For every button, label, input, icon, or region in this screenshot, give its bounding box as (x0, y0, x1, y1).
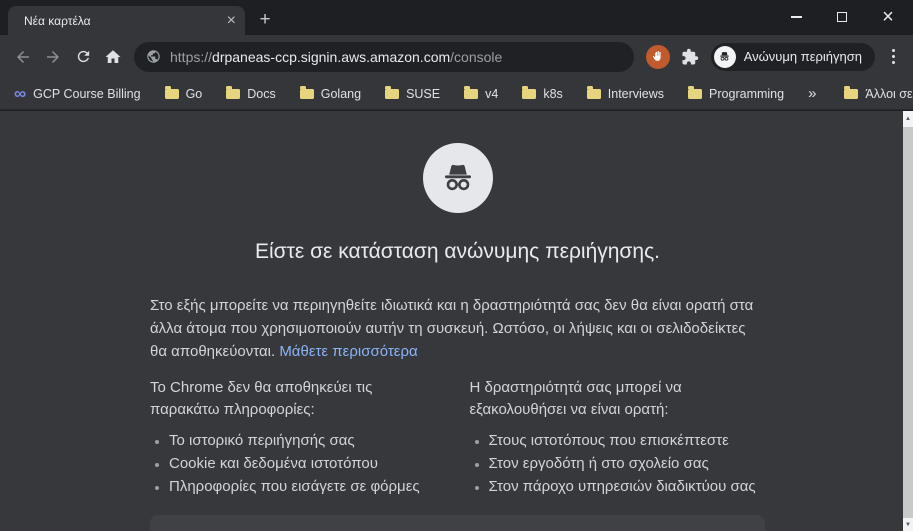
wont-save-section: Το Chrome δεν θα αποθηκεύει τις παρακάτω… (150, 377, 446, 498)
list-item: Το ιστορικό περιήγησής σας (169, 429, 446, 452)
bookmarks-bar: ∞ GCP Course Billing Go Docs Golang SUSE… (0, 78, 913, 110)
url-domain: drpaneas-ccp.signin.aws.amazon.com (212, 48, 451, 65)
incognito-icon (720, 52, 730, 61)
url-path: /console (450, 48, 503, 65)
browser-window: Νέα καρτέλα × + × https://drpaneas-ccp.s… (0, 0, 913, 531)
list-item: Στον εργοδότη ή στο σχολείο σας (489, 452, 766, 475)
new-tab-button[interactable]: + (252, 7, 278, 33)
bookmark-folder[interactable]: Docs (226, 86, 276, 101)
page-scrollbar[interactable]: ▲ ▼ (903, 111, 913, 531)
incognito-badge[interactable]: Ανώνυμη περιήγηση (710, 42, 875, 71)
close-button[interactable]: × (865, 0, 911, 33)
bookmark-folder[interactable]: k8s (522, 86, 563, 101)
folder-icon (299, 86, 314, 99)
home-icon (105, 49, 121, 63)
visible-to-section: Η δραστηριότητά σας μπορεί να εξακολουθή… (470, 377, 766, 498)
scrollbar-up-icon[interactable]: ▲ (903, 111, 913, 127)
minimize-icon (790, 15, 802, 18)
window-controls: × (773, 0, 911, 33)
folder-icon (385, 86, 400, 99)
reload-button[interactable] (68, 42, 98, 72)
active-tab[interactable]: Νέα καρτέλα × (8, 6, 245, 35)
extension-hand-button[interactable] (645, 44, 670, 69)
bookmark-folder[interactable]: Programming (688, 86, 784, 101)
third-party-cookies-card[interactable]: Αποκλεισμός cookie τρίτων (150, 515, 765, 531)
forward-button[interactable] (38, 42, 68, 72)
folder-icon (586, 86, 601, 99)
folder-icon (164, 86, 179, 99)
list-item: Πληροφορίες που εισάγετε σε φόρμες (169, 475, 446, 498)
wont-save-title: Το Chrome δεν θα αποθηκεύει τις παρακάτω… (150, 379, 373, 418)
incognito-avatar (713, 45, 736, 68)
minimize-button[interactable] (773, 0, 819, 33)
folder-icon (464, 86, 479, 99)
bookmark-folder[interactable]: SUSE (385, 86, 440, 101)
learn-more-link[interactable]: Μάθετε περισσότερα (279, 343, 417, 360)
address-bar[interactable]: https://drpaneas-ccp.signin.aws.amazon.c… (134, 41, 634, 72)
intro-text: Στο εξής μπορείτε να περιηγηθείτε ιδιωτι… (150, 297, 754, 360)
page-title: Είστε σε κατάσταση ανώνυμης περιήγησης. (254, 240, 661, 263)
incognito-badge-label: Ανώνυμη περιήγηση (743, 49, 862, 64)
back-button[interactable] (8, 42, 38, 72)
incognito-logo-icon (422, 143, 493, 213)
list-item: Στους ιστοτόπους που επισκέπτεστε (489, 429, 766, 452)
home-button[interactable] (98, 42, 128, 72)
site-info-icon[interactable] (146, 49, 161, 64)
folder-icon (844, 86, 859, 99)
list-item: Στον πάροχο υπηρεσιών διαδικτύου σας (489, 475, 766, 498)
folder-icon (226, 86, 241, 99)
close-icon: × (882, 5, 894, 28)
tab-strip: Νέα καρτέλα × + × (0, 0, 913, 35)
folder-icon (522, 86, 537, 99)
bookmark-folder[interactable]: Interviews (586, 86, 664, 101)
tab-close-icon[interactable]: × (227, 12, 236, 29)
url-text: https://drpaneas-ccp.signin.aws.amazon.c… (170, 49, 502, 65)
forward-arrow-icon (47, 50, 59, 63)
infinity-favicon-icon: ∞ (14, 84, 27, 103)
incognito-page: Είστε σε κατάσταση ανώνυμης περιήγησης. … (0, 111, 913, 531)
hand-icon (653, 51, 661, 61)
scrollbar-down-icon[interactable]: ▼ (903, 518, 913, 531)
reload-icon (77, 50, 89, 63)
folder-icon (688, 86, 703, 99)
browser-menu-button[interactable] (881, 45, 905, 69)
url-scheme: https:// (170, 48, 213, 65)
maximize-button[interactable] (819, 0, 865, 33)
bookmark-folder[interactable]: Golang (299, 86, 361, 101)
bookmarks-overflow-chevron[interactable]: » (808, 85, 816, 102)
browser-toolbar: https://drpaneas-ccp.signin.aws.amazon.c… (0, 35, 913, 78)
other-bookmarks-folder[interactable]: Άλλοι σελιδοδείκτες (844, 86, 913, 101)
maximize-icon (837, 11, 847, 22)
back-arrow-icon (17, 50, 29, 63)
tab-title: Νέα καρτέλα (24, 13, 91, 28)
bookmark-gcp-course-billing[interactable]: ∞ GCP Course Billing (14, 85, 141, 102)
puzzle-icon (682, 48, 698, 64)
bookmark-folder[interactable]: Go (164, 86, 202, 101)
bookmark-folder[interactable]: v4 (464, 86, 498, 101)
visible-to-title: Η δραστηριότητά σας μπορεί να εξακολουθή… (469, 379, 682, 418)
list-item: Cookie και δεδομένα ιστοτόπου (169, 452, 446, 475)
extensions-button[interactable] (677, 44, 703, 70)
